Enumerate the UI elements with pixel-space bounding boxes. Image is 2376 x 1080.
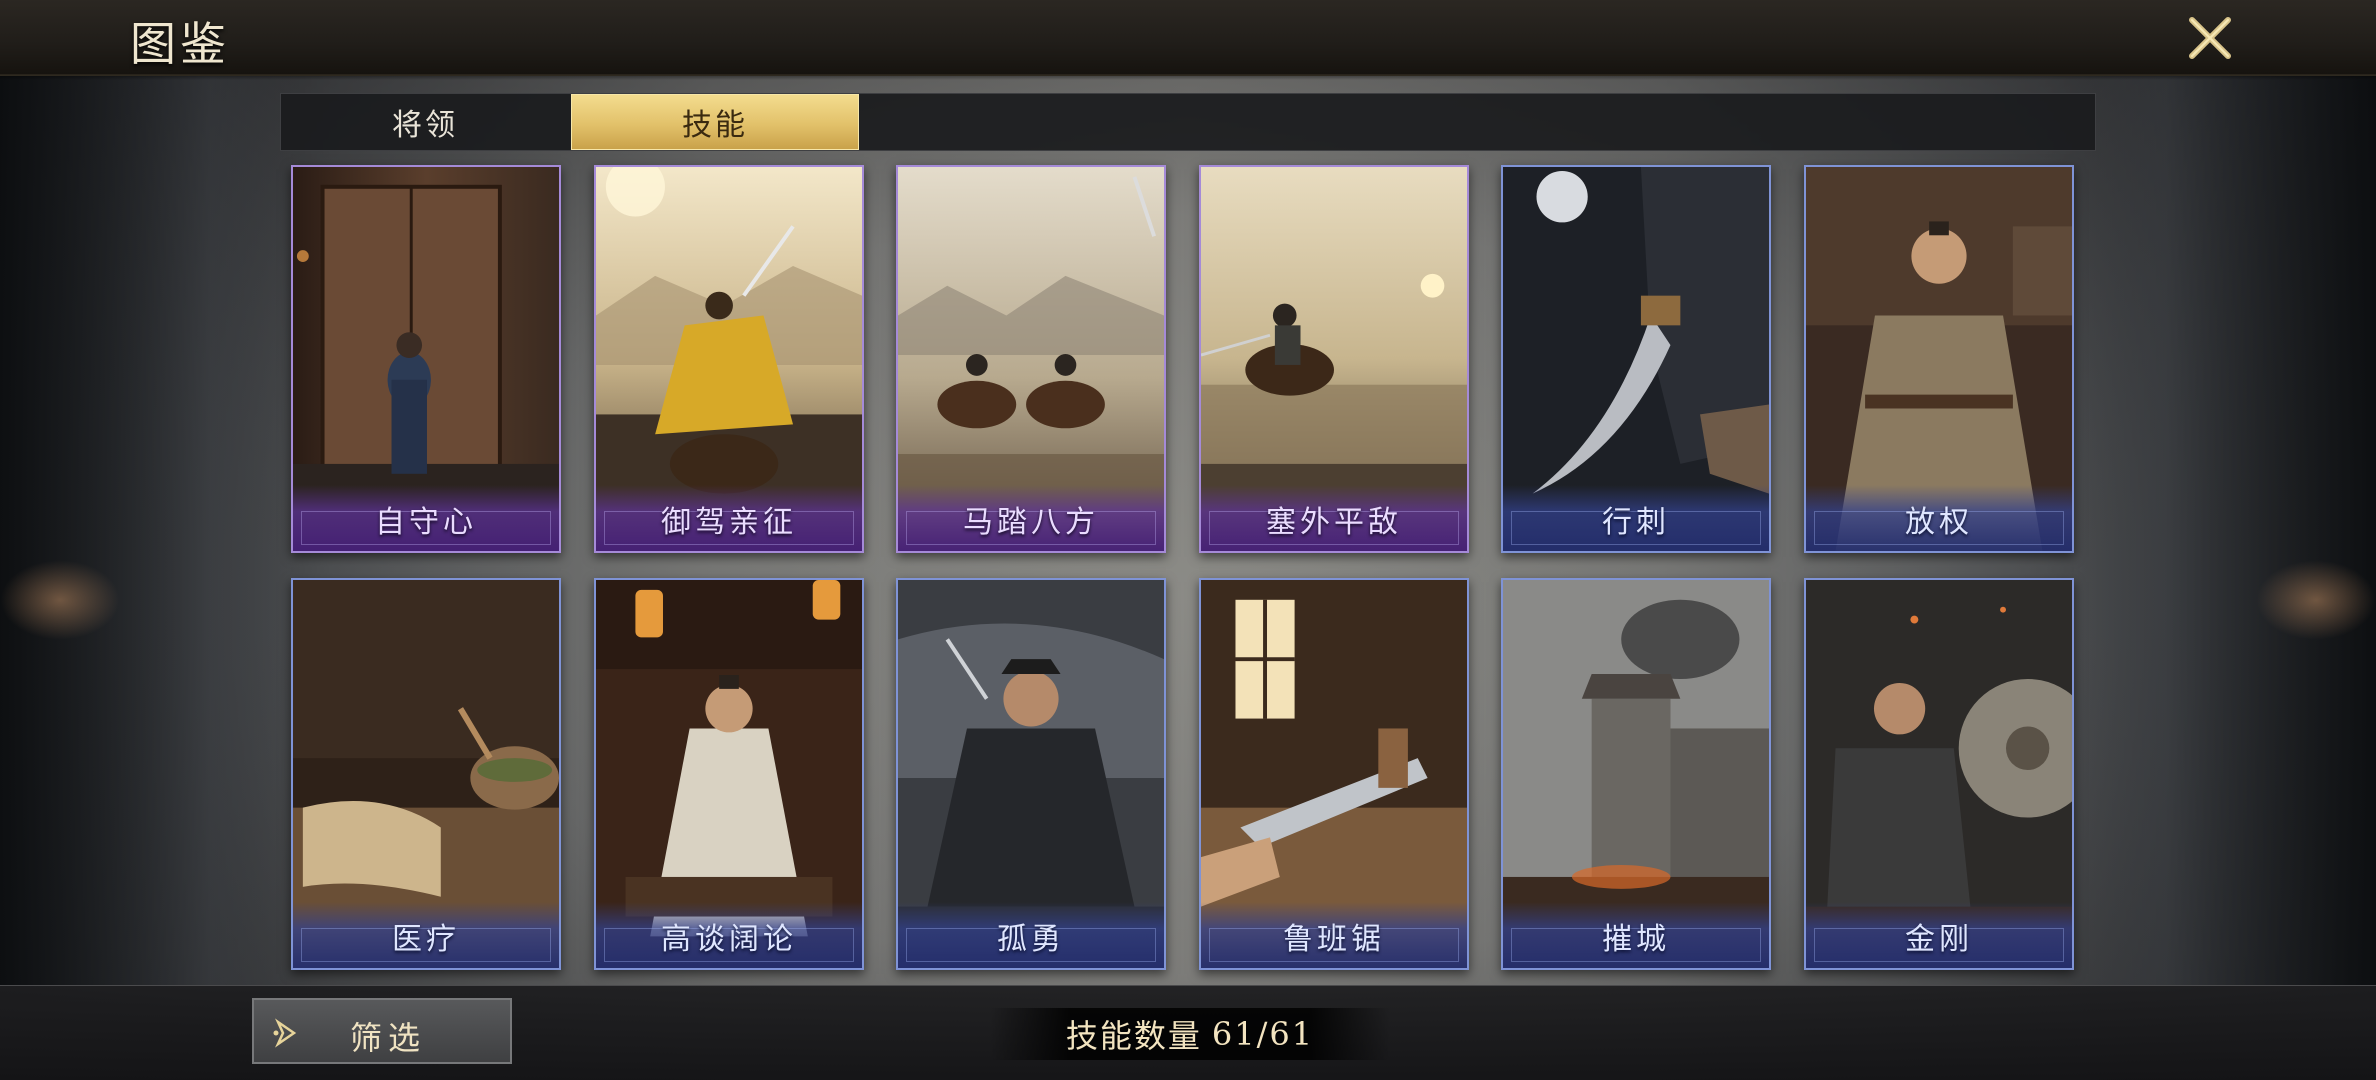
- card-name: 孤勇: [997, 922, 1065, 957]
- card-name: 自守心: [375, 505, 477, 540]
- background-lamp-left: [0, 560, 120, 640]
- card-name: 鲁班锯: [1283, 922, 1385, 957]
- skill-card-guyong[interactable]: 孤勇: [896, 578, 1166, 970]
- filter-button[interactable]: 筛选: [252, 998, 512, 1064]
- background-lamp-right: [2256, 560, 2376, 640]
- skill-card-yujiaqinzheng[interactable]: 御驾亲征: [594, 165, 864, 553]
- background-curtain-left: [0, 60, 300, 1000]
- skill-card-gaotankuolun[interactable]: 高谈阔论: [594, 578, 864, 970]
- card-name: 塞外平敌: [1266, 505, 1402, 540]
- skill-card-lubanju[interactable]: 鲁班锯: [1199, 578, 1469, 970]
- card-name: 摧城: [1602, 922, 1670, 957]
- title-bar: 图鉴: [0, 0, 2376, 80]
- skill-card-yiliao[interactable]: 医疗: [291, 578, 561, 970]
- skill-card-cuicheng[interactable]: 摧城: [1501, 578, 1771, 970]
- skill-card-fangquan[interactable]: 放权: [1804, 165, 2074, 553]
- filter-label: 筛选: [350, 1019, 427, 1057]
- card-name: 高谈阔论: [661, 922, 797, 957]
- tab-skills[interactable]: 技能: [571, 94, 859, 150]
- card-name: 行刺: [1602, 505, 1670, 540]
- tab-bar: 将领 技能: [280, 93, 2096, 151]
- card-name: 金刚: [1905, 922, 1973, 957]
- close-icon: [2189, 17, 2231, 59]
- filter-icon: [273, 1018, 297, 1048]
- skill-count-value: 61/61: [1211, 1015, 1315, 1053]
- skill-card-matabafang[interactable]: 马踏八方: [896, 165, 1166, 553]
- card-name: 医疗: [392, 922, 460, 957]
- skill-card-zishouxin[interactable]: 自守心: [291, 165, 561, 553]
- background-curtain-right: [2076, 60, 2376, 1000]
- skill-card-jingang[interactable]: 金刚: [1804, 578, 2074, 970]
- card-name: 马踏八方: [963, 505, 1099, 540]
- skill-count-label: 技能数量: [1065, 1017, 1202, 1055]
- skill-card-saiwaipingdi[interactable]: 塞外平敌: [1199, 165, 1469, 553]
- skill-card-xingci[interactable]: 行刺: [1501, 165, 1771, 553]
- close-button[interactable]: [2180, 8, 2240, 68]
- page-title: 图鉴: [130, 17, 230, 71]
- card-name: 放权: [1905, 505, 1973, 540]
- skill-count: 技能数量 61/61: [990, 1008, 1390, 1060]
- card-name: 御驾亲征: [661, 505, 797, 540]
- tab-generals[interactable]: 将领: [281, 94, 569, 150]
